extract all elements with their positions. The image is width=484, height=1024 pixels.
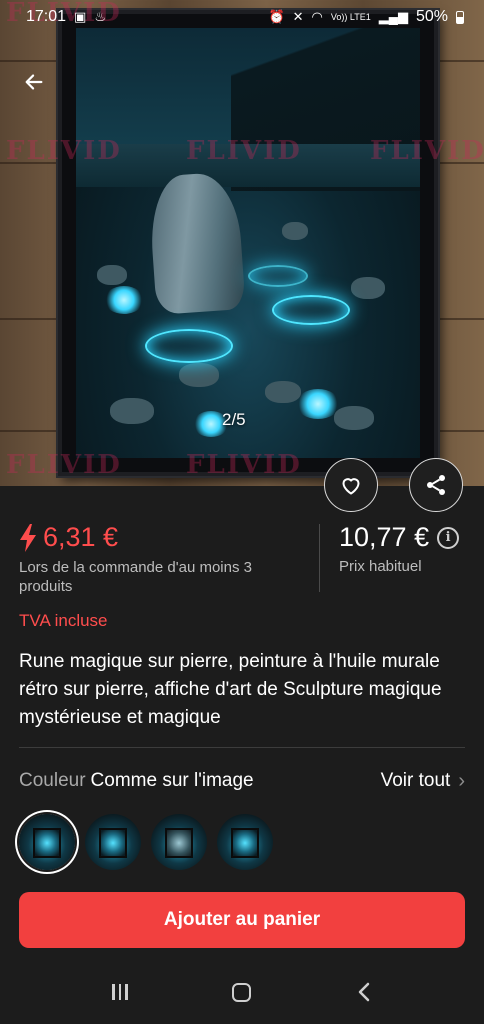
variant-thumbnail[interactable] (217, 814, 273, 870)
mute-icon: ✕ (292, 9, 304, 24)
share-icon (427, 475, 445, 495)
thumbnail-image (231, 828, 259, 858)
back-nav-icon[interactable] (356, 982, 372, 1002)
pebble (334, 406, 374, 431)
variant-thumbnail[interactable] (151, 814, 207, 870)
sale-price-value: 6,31 € (43, 522, 119, 552)
variant-thumbnail[interactable] (85, 814, 141, 870)
recent-apps-icon (125, 984, 128, 1000)
pebble (179, 363, 220, 388)
recent-apps-icon (112, 984, 115, 1000)
add-to-cart-button[interactable]: Ajouter au panier (19, 892, 465, 948)
status-time: 17:01 (26, 8, 67, 25)
variant-thumbnails (19, 814, 273, 870)
network-label: Vo)) LTE1 (330, 11, 371, 22)
product-image[interactable]: FLIVID FLIVID FLIVID FLIVID FLIVID FLIVI… (0, 0, 484, 486)
section-divider (19, 747, 465, 748)
recent-apps-button[interactable] (112, 984, 128, 1000)
system-nav-bar (0, 960, 484, 1024)
share-button[interactable] (409, 458, 463, 512)
regular-price-value: 10,77 € (339, 522, 430, 552)
image-counter: 2/5 (222, 410, 246, 429)
battery-icon (456, 10, 464, 24)
pebble (96, 264, 127, 285)
thumbnail-image (99, 828, 127, 858)
see-all-link[interactable]: Voir tout › (381, 770, 465, 793)
recent-apps-icon (118, 984, 122, 1000)
battery-percent: 50% (415, 8, 448, 25)
regular-price-label: Prix habituel (339, 558, 422, 575)
watermark: FLIVID (6, 136, 122, 166)
wifi-icon: ◠ (311, 9, 323, 24)
see-all-label: Voir tout (380, 770, 451, 791)
watermark: FLIVID (186, 136, 302, 166)
sale-condition: Lors de la commande d'au moins 3 produit… (19, 559, 252, 595)
standing-stone (146, 171, 246, 315)
color-value: Comme sur l'image (90, 770, 254, 791)
chevron-right-icon: › (458, 769, 465, 792)
pebble (110, 397, 155, 424)
glowing-rune-circle (144, 329, 233, 363)
info-icon[interactable]: i (437, 526, 460, 549)
painting (76, 28, 420, 458)
pebble (282, 221, 309, 240)
pebble (351, 277, 386, 300)
glowing-rune-circle (248, 264, 308, 287)
price-section: 6,31 € Lors de la commande d'au moins 3 … (19, 522, 469, 595)
status-bar: 17:01 ▣ ♨ ⏰ ✕ ◠ Vo)) LTE1 ▂▄▆ 50% (0, 0, 484, 34)
thumbnail-image (165, 828, 193, 858)
favorite-button[interactable] (324, 458, 378, 512)
variant-thumbnail[interactable] (19, 814, 75, 870)
watermark: FLIVID (186, 450, 302, 480)
price-divider (319, 524, 320, 592)
heart-icon (342, 478, 360, 495)
glowing-rune-circle (272, 294, 351, 325)
vat-label: TVA incluse (19, 611, 108, 630)
glowing-light (103, 286, 144, 314)
back-button[interactable] (18, 66, 50, 98)
picture-frame (58, 10, 438, 476)
product-title: Rune magique sur pierre, peinture à l'hu… (19, 651, 442, 728)
gallery-notification-icon: ▣ (74, 9, 87, 24)
regular-price: 10,77 € i (339, 522, 460, 553)
watermark: FLIVID (370, 136, 484, 166)
lightning-icon (20, 523, 36, 552)
watermark: FLIVID (6, 450, 122, 480)
color-label: Couleur (19, 770, 86, 791)
home-button[interactable] (232, 982, 252, 1002)
color-selector-header: Couleur Comme sur l'image Voir tout › (19, 768, 465, 794)
signal-icon: ▂▄▆ (378, 9, 408, 24)
thumbnail-image (33, 828, 61, 858)
app-notification-icon: ♨ (94, 9, 106, 24)
arrow-left-icon (25, 74, 43, 90)
alarm-icon: ⏰ (268, 9, 285, 24)
sale-price: 6,31 € (19, 522, 118, 553)
